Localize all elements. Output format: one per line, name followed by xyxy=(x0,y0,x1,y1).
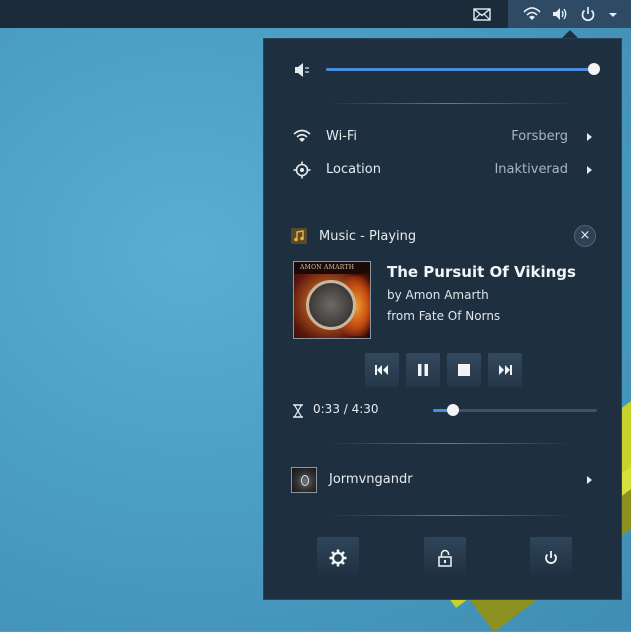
chevron-right-icon xyxy=(587,166,592,174)
previous-track-button[interactable] xyxy=(365,353,399,387)
music-player-header: Music - Playing xyxy=(319,229,417,244)
wifi-menu-item[interactable]: Wi-Fi Forsberg xyxy=(264,125,621,149)
hourglass-icon xyxy=(292,403,304,418)
album-cover: AMON AMARTH xyxy=(293,261,371,339)
track-time: 0:33 / 4:30 xyxy=(313,402,379,416)
gear-icon xyxy=(329,549,347,567)
location-icon xyxy=(293,161,311,179)
track-album: from Fate Of Norns xyxy=(387,309,501,323)
chevron-right-icon xyxy=(587,476,592,484)
volume-icon xyxy=(551,5,569,23)
avatar xyxy=(291,467,317,493)
skip-back-icon xyxy=(375,365,388,375)
separator xyxy=(326,515,576,516)
track-progress-slider[interactable] xyxy=(433,403,599,419)
dropdown-arrow-icon xyxy=(604,5,622,23)
wifi-label: Wi-Fi xyxy=(326,129,358,144)
skip-forward-icon xyxy=(499,365,512,375)
location-label: Location xyxy=(326,162,381,177)
close-icon: × xyxy=(579,228,591,243)
user-menu-item[interactable]: Jormvngandr xyxy=(264,465,621,495)
power-off-button[interactable] xyxy=(530,537,572,579)
stop-button[interactable] xyxy=(447,353,481,387)
wifi-network-name: Forsberg xyxy=(511,129,568,144)
music-note-icon xyxy=(291,228,307,244)
lock-icon xyxy=(438,549,452,567)
volume-slider[interactable] xyxy=(326,61,600,79)
settings-button[interactable] xyxy=(317,537,359,579)
close-player-button[interactable]: × xyxy=(574,225,596,247)
volume-muted-icon xyxy=(293,61,311,79)
stop-icon xyxy=(458,364,470,376)
pause-button[interactable] xyxy=(406,353,440,387)
status-menu: Wi-Fi Forsberg Location Inaktiverad Musi… xyxy=(263,38,622,600)
lock-screen-button[interactable] xyxy=(424,537,466,579)
power-icon xyxy=(545,551,557,564)
mail-icon[interactable] xyxy=(473,5,491,23)
chevron-right-icon xyxy=(587,133,592,141)
track-progress-knob[interactable] xyxy=(447,404,459,416)
location-menu-item[interactable]: Location Inaktiverad xyxy=(264,158,621,182)
power-icon xyxy=(579,5,597,23)
top-bar xyxy=(0,0,631,28)
user-name: Jormvngandr xyxy=(329,472,413,487)
next-track-button[interactable] xyxy=(488,353,522,387)
location-status: Inaktiverad xyxy=(494,162,568,177)
status-menu-button[interactable] xyxy=(508,0,631,28)
track-title: The Pursuit Of Vikings xyxy=(387,263,576,281)
separator xyxy=(326,103,576,104)
wifi-icon xyxy=(293,128,311,146)
wifi-icon xyxy=(523,5,541,23)
separator xyxy=(326,443,576,444)
pause-icon xyxy=(418,364,428,376)
volume-slider-knob[interactable] xyxy=(588,63,600,75)
track-artist: by Amon Amarth xyxy=(387,288,489,302)
